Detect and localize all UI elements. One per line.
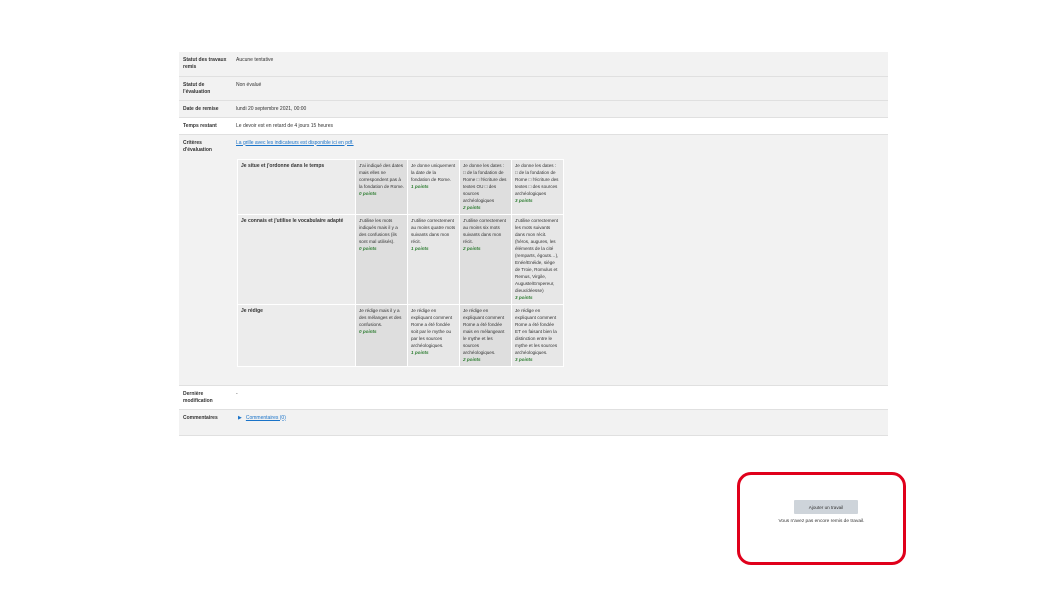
rubric-level-points: 1 points: [411, 183, 429, 189]
last-modified-value: -: [236, 390, 238, 397]
rubric-level: Je rédige en expliquant comment Rome a é…: [407, 303, 460, 367]
rubric-level-points: 3 points: [515, 197, 533, 203]
time-remaining-value: Le devoir est en retard de 4 jours 15 he…: [236, 122, 334, 129]
rubric-level-description: Je donne les dates : □ de la fondation d…: [515, 162, 559, 196]
rubric-level-description: J'utilise les mots indiqués mais il y a …: [359, 217, 398, 244]
comments-row: Commentaires ▶ Commentaires (0): [179, 409, 888, 435]
rubric-level-description: Je rédige mais il y a des mélanges et de…: [359, 307, 402, 327]
rubric-level: Je donne les dates : □ de la fondation d…: [511, 158, 564, 215]
rubric-level-description: J'utilise correctement au moins quatre m…: [411, 217, 456, 244]
grading-status-row: Statut de l'évaluation Non évalué: [179, 76, 888, 100]
grading-status-value: Non évalué: [236, 81, 262, 88]
rubric-level: Je rédige en expliquant comment Rome a é…: [459, 303, 512, 367]
last-modified-label: Dernière modification: [183, 390, 213, 404]
rubric-level-description: Je rédige en expliquant comment Rome a é…: [463, 307, 505, 355]
no-submission-text: Vous n'avez pas encore remis de travail.: [778, 519, 865, 524]
rubric-level: J'utilise correctement les mots suivants…: [511, 213, 564, 305]
rubric-level: J'ai indiqué des dates mais elles ne cor…: [355, 158, 408, 215]
submission-status-table: Statut des travaux remis Aucune tentativ…: [179, 52, 888, 436]
rubric-level-description: Je rédige en expliquant comment Rome a é…: [411, 307, 453, 348]
rubric-level-points: 2 points: [463, 356, 481, 362]
rubric-level-description: J'utilise correctement les mots suivants…: [515, 217, 559, 293]
rubric-level-points: 2 points: [463, 204, 481, 210]
rubric-level: Je donne les dates : □ de la fondation d…: [459, 158, 512, 215]
rubric-row: Je connais et j'utilise le vocabulaire a…: [237, 213, 564, 305]
rubric-level-description: Je rédige en expliquant comment Rome a é…: [515, 307, 558, 355]
rubric-level: J'utilise correctement au moins six mots…: [459, 213, 512, 305]
submission-status-value: Aucune tentative: [236, 57, 274, 63]
rubric-level-description: J'utilise correctement au moins six mots…: [463, 217, 507, 244]
rubric-level-description: J'ai indiqué des dates mais elles ne cor…: [359, 162, 404, 189]
rubric-level-description: Je donne les dates : □ de la fondation d…: [463, 162, 507, 203]
last-modified-row: Dernière modification -: [179, 385, 888, 409]
add-submission-button[interactable]: Ajouter un travail: [794, 500, 858, 514]
due-date-label: Date de remise: [183, 105, 219, 112]
rubric-table: Je situe et j'ordonne dans le temps J'ai …: [237, 158, 564, 367]
rubric-row: Je situe et j'ordonne dans le temps J'ai …: [237, 158, 564, 215]
rubric-level: Je rédige en expliquant comment Rome a é…: [511, 303, 564, 367]
rubric-criterion: Je situe et j'ordonne dans le temps: [237, 158, 356, 215]
rubric-level-points: 0 points: [359, 190, 377, 196]
rubric-level: Je rédige mais il y a des mélanges et de…: [355, 303, 408, 367]
rubric-level-points: 3 points: [515, 294, 533, 300]
rubric-level-points: 2 points: [463, 245, 481, 251]
time-remaining-label: Temps restant: [183, 122, 217, 129]
criteria-row: Critères d'évaluation La grille avec les…: [179, 134, 888, 385]
due-date-row: Date de remise lundi 20 septembre 2021, …: [179, 100, 888, 117]
grading-status-label: Statut de l'évaluation: [183, 81, 211, 95]
rubric-level-points: 0 points: [359, 328, 377, 334]
rubric-level-points: 1 points: [411, 245, 429, 251]
rubric-level: J'utilise correctement au moins quatre m…: [407, 213, 460, 305]
rubric-level-points: 3 points: [515, 356, 533, 362]
comments-label: Commentaires: [183, 414, 218, 421]
rubric-criterion: Je connais et j'utilise le vocabulaire a…: [237, 213, 356, 305]
criteria-cell: La grille avec les indicateurs est dispo…: [232, 134, 888, 385]
submission-status-row: Statut des travaux remis Aucune tentativ…: [179, 52, 888, 76]
rubric-level: Je donne uniquement la date de la fondat…: [407, 158, 460, 215]
caret-right-icon: ▶: [238, 414, 242, 421]
criteria-label: Critères d'évaluation: [183, 139, 212, 153]
rubric-level-points: 0 points: [359, 245, 377, 251]
rubric-criterion: Je rédige: [237, 303, 356, 367]
rubric-level-points: 1 points: [411, 349, 429, 355]
due-date-value: lundi 20 septembre 2021, 00:00: [236, 105, 307, 112]
rubric-level: J'utilise les mots indiqués mais il y a …: [355, 213, 408, 305]
submission-status-label: Statut des travaux remis: [183, 57, 227, 70]
rubric-level-description: Je donne uniquement la date de la fondat…: [411, 162, 456, 182]
comments-toggle[interactable]: ▶ Commentaires (0): [238, 415, 286, 422]
comments-link[interactable]: Commentaires (0): [246, 415, 286, 422]
criteria-pdf-link[interactable]: La grille avec les indicateurs est dispo…: [236, 140, 354, 146]
time-remaining-row: Temps restant Le devoir est en retard de…: [179, 117, 888, 134]
comments-cell: ▶ Commentaires (0): [232, 409, 888, 435]
rubric-row: Je rédige Je rédige mais il y a des mélan…: [237, 303, 564, 367]
